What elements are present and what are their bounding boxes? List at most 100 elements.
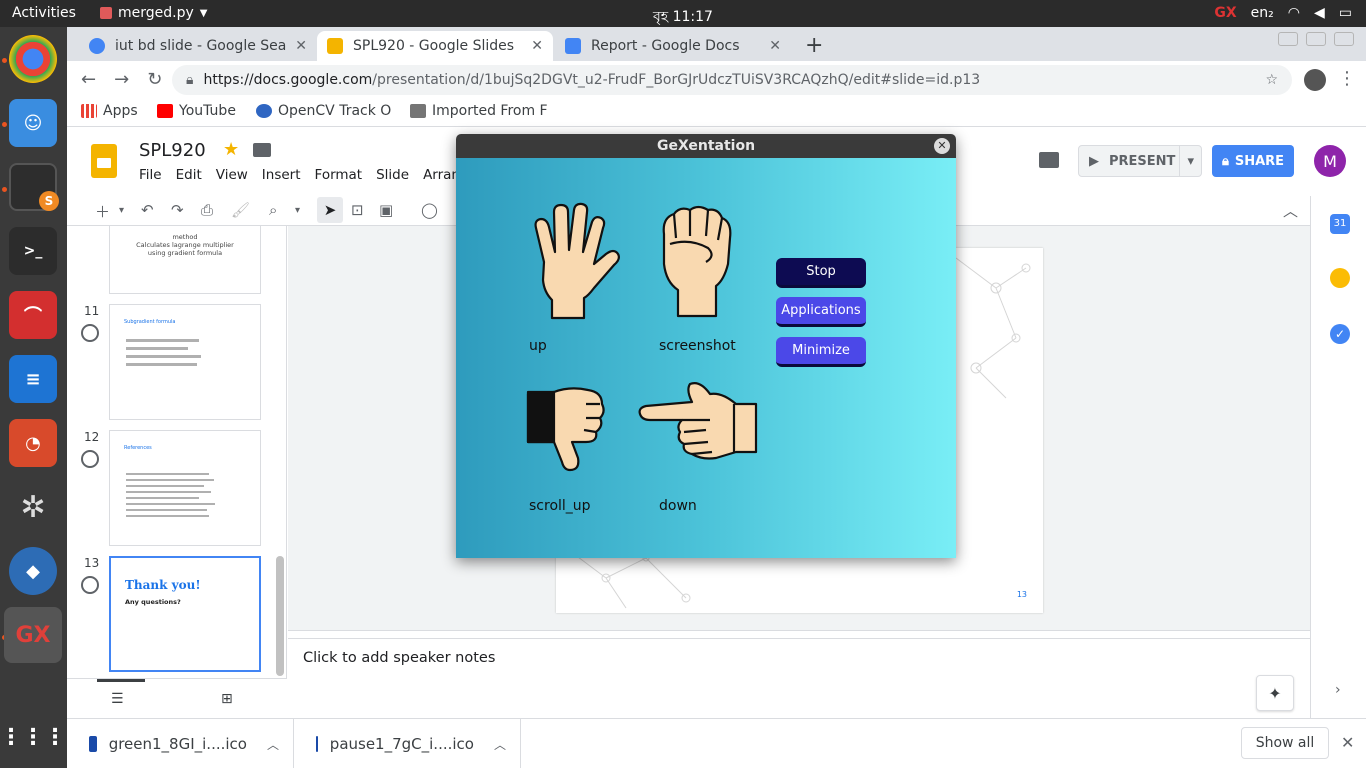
slide-thumbnail-13[interactable]: Thank you! Any questions?: [109, 556, 261, 672]
chevron-down-icon[interactable]: ▾: [119, 205, 124, 216]
folder-icon[interactable]: [253, 143, 271, 157]
comment-icon[interactable]: [1039, 152, 1059, 168]
slide-thumbnail-12[interactable]: References: [109, 430, 261, 546]
terminal-icon[interactable]: >_: [9, 227, 57, 275]
gexentation-title[interactable]: GeXentation: [456, 134, 956, 158]
bookmark-apps[interactable]: Apps: [81, 103, 138, 119]
back-arrow-icon[interactable]: ←: [81, 69, 96, 90]
writer-icon[interactable]: ≡: [9, 355, 57, 403]
chevron-up-icon[interactable]: ︿: [267, 736, 279, 753]
gexentation-app-icon[interactable]: GX: [4, 607, 62, 663]
filmstrip-scrollbar[interactable]: [276, 556, 284, 676]
wireshark-icon[interactable]: ◆: [9, 547, 57, 595]
tab-google-search[interactable]: iut bd slide - Google Searc ✕: [79, 31, 317, 61]
sublime-text-icon[interactable]: S: [9, 163, 59, 211]
slide-page-number: 13: [1016, 590, 1027, 599]
select-arrow-icon[interactable]: ➤: [317, 197, 343, 223]
close-icon[interactable]: ✕: [1341, 733, 1354, 752]
speaker-notes[interactable]: Click to add speaker notes: [288, 640, 1310, 718]
slides-logo-icon[interactable]: [91, 144, 117, 178]
close-icon[interactable]: ✕: [769, 38, 781, 54]
tab-slides[interactable]: SPL920 - Google Slides ✕: [317, 31, 553, 61]
volume-icon[interactable]: ◀: [1314, 5, 1325, 21]
menu-slide[interactable]: Slide: [376, 167, 409, 183]
keep-icon[interactable]: [1330, 268, 1350, 288]
lock-icon[interactable]: 🔒︎: [186, 72, 193, 88]
stop-button[interactable]: Stop: [776, 258, 866, 288]
new-tab-button[interactable]: +: [805, 33, 823, 58]
maximize-window-icon[interactable]: [1306, 32, 1326, 46]
chevron-up-icon[interactable]: ︿: [494, 736, 506, 753]
close-icon[interactable]: ✕: [531, 38, 543, 54]
present-button[interactable]: ▶ PRESENT ▾: [1078, 145, 1202, 177]
account-avatar[interactable]: M: [1314, 145, 1346, 177]
activities-button[interactable]: Activities: [12, 5, 76, 21]
show-all-button[interactable]: Show all: [1241, 727, 1329, 759]
forward-arrow-icon[interactable]: →: [114, 69, 129, 90]
app-menu-label: merged.py: [118, 5, 194, 21]
chevron-down-icon[interactable]: ▾: [1179, 146, 1201, 176]
menu-insert[interactable]: Insert: [262, 167, 301, 183]
reload-icon[interactable]: ↻: [147, 69, 162, 90]
impress-icon[interactable]: ◔: [9, 419, 57, 467]
close-window-icon[interactable]: [1334, 32, 1354, 46]
share-button[interactable]: 🔒︎ SHARE: [1212, 145, 1294, 177]
grid-view-icon[interactable]: ⊞: [221, 691, 233, 707]
text-box-icon[interactable]: ⊡: [351, 201, 364, 219]
tab-docs[interactable]: Report - Google Docs ✕: [555, 31, 791, 61]
image-icon[interactable]: ▣: [379, 201, 393, 219]
wifi-icon[interactable]: ◠: [1288, 5, 1300, 21]
minimize-window-icon[interactable]: [1278, 32, 1298, 46]
expand-panel-icon[interactable]: ›: [1335, 682, 1341, 698]
clock-label[interactable]: বৃহ 11:17: [653, 9, 713, 25]
chevron-down-icon[interactable]: ▾: [295, 205, 300, 216]
menu-file[interactable]: File: [139, 167, 162, 183]
bookmark-opencv[interactable]: OpenCV Track O: [256, 103, 391, 119]
notes-resize-handle[interactable]: [288, 630, 1310, 639]
pdf-reader-icon[interactable]: ⌒: [9, 291, 57, 339]
system-tray[interactable]: GX en₂ ◠ ◀ ▭: [1214, 5, 1352, 21]
undo-icon[interactable]: ↶: [141, 201, 154, 219]
show-applications-icon[interactable]: ⋮⋮⋮: [0, 713, 66, 761]
app-menu-icon: [100, 7, 112, 19]
menu-edit[interactable]: Edit: [176, 167, 202, 183]
slide-thumbnail-11[interactable]: Subgradient formula: [109, 304, 261, 420]
star-icon[interactable]: ★: [223, 139, 239, 160]
close-icon[interactable]: ✕: [295, 38, 307, 54]
print-icon[interactable]: ⎙: [201, 201, 213, 219]
gex-tray-icon[interactable]: GX: [1214, 5, 1236, 21]
more-menu-icon[interactable]: ⋮: [1338, 68, 1356, 89]
app-menu[interactable]: merged.py ▼: [100, 5, 207, 21]
collapse-chevron-icon[interactable]: ︿: [1283, 200, 1298, 221]
new-slide-icon[interactable]: ＋: [95, 201, 110, 222]
calendar-icon[interactable]: 31: [1330, 214, 1350, 234]
redo-icon[interactable]: ↷: [171, 201, 184, 219]
download-item[interactable]: green1_8GI_i....ico ︿: [67, 719, 294, 768]
minimize-button[interactable]: Minimize: [776, 337, 866, 367]
language-indicator[interactable]: en₂: [1251, 5, 1274, 21]
applications-button[interactable]: Applications: [776, 297, 866, 327]
battery-icon[interactable]: ▭: [1339, 5, 1352, 21]
zoom-icon[interactable]: ⌕: [269, 201, 277, 219]
explore-icon[interactable]: ✦: [1256, 675, 1294, 711]
chrome-icon[interactable]: [9, 35, 57, 83]
shape-icon[interactable]: ◯: [421, 201, 438, 219]
web-icon[interactable]: ✲: [9, 483, 57, 531]
url-host: https://docs.google.com: [203, 72, 373, 88]
finder-face-icon[interactable]: ☺: [9, 99, 57, 147]
bookmark-youtube[interactable]: YouTube: [157, 103, 236, 119]
download-item[interactable]: pause1_7gC_i....ico ︿: [294, 719, 521, 768]
paint-format-icon[interactable]: 🖌︎: [231, 201, 250, 219]
menu-format[interactable]: Format: [315, 167, 363, 183]
bookmark-imported[interactable]: Imported From F: [410, 103, 548, 119]
address-bar[interactable]: 🔒︎ https://docs.google.com/presentation/…: [172, 65, 1292, 95]
menu-view[interactable]: View: [216, 167, 248, 183]
tasks-icon[interactable]: ✓: [1330, 324, 1350, 344]
bookmark-star-icon[interactable]: ☆: [1265, 72, 1278, 88]
close-icon[interactable]: ✕: [934, 138, 950, 154]
profile-avatar[interactable]: [1304, 69, 1326, 91]
list-view-icon[interactable]: ☰: [111, 691, 124, 707]
slide-thumbnail-10[interactable]: method Calculates lagrange multiplier us…: [109, 226, 261, 294]
speaker-notes-placeholder[interactable]: Click to add speaker notes: [303, 650, 495, 666]
document-title[interactable]: SPL920: [139, 140, 206, 161]
